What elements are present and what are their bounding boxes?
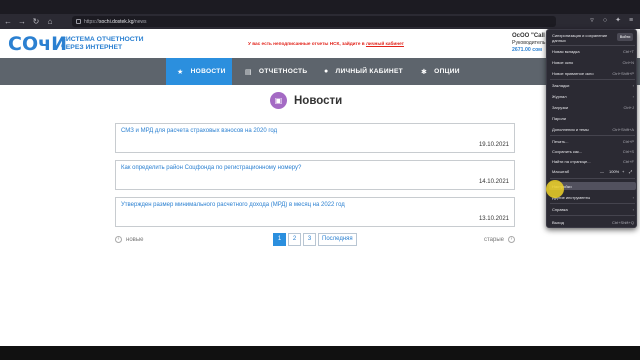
news-item[interactable]: СМЗ и МРД для расчета страховых взносов … [115,123,515,153]
menu-icon[interactable]: ≡ [626,16,636,26]
menu-item-downloads[interactable]: Загрузки Ctrl+J [552,105,634,110]
news-icon: ▣ [270,92,287,109]
menu-item-more-tools[interactable]: Другие инструменты › [552,195,634,200]
tagline-line-1: СИСТЕМА ОТЧЕТНОСТИ [61,36,144,43]
nav-news[interactable]: ★ НОВОСТИ [166,58,232,85]
menu-item-print[interactable]: Печать... Ctrl+P [552,139,634,144]
company-name: ОсОО "Call [512,33,545,39]
star-icon: ★ [177,68,184,76]
zoom-out-button[interactable]: — [600,169,604,174]
nav-options-label: ОПЦИИ [434,68,460,75]
menu-item-bookmarks[interactable]: Закладки › [552,83,634,88]
nav-cabinet-label: ЛИЧНЫЙ КАБИНЕТ [335,68,403,75]
address-bar[interactable]: https://sochi.dostek.kg/news [72,16,556,27]
news-item-date: 14.10.2021 [478,179,509,185]
site-logo[interactable]: СОчИ [8,33,67,55]
reload-icon[interactable]: ↻ [30,16,42,28]
home-icon[interactable]: ⌂ [44,16,56,28]
menu-item-addons[interactable]: Дополнения и темы Ctrl+Shift+A [552,127,634,132]
chevron-left-icon: ‹ [115,236,122,243]
extensions-icon[interactable]: ✦ [613,16,623,26]
toolbar-icons: ▿ ○ ✦ ≡ [587,16,636,26]
menu-separator [550,178,635,179]
news-item[interactable]: Как определить район Соцфонда по регистр… [115,160,515,190]
nav-reports[interactable]: ▤ ОТЧЕТНОСТЬ [245,58,317,85]
page-2-button[interactable]: 2 [288,233,301,246]
main-navigation: ★ НОВОСТИ ▤ ОТЧЕТНОСТЬ ● ЛИЧНЫЙ КАБИНЕТ … [0,58,640,85]
page-title-block: ▣ Новости [270,92,342,109]
menu-separator [550,203,635,204]
account-icon[interactable]: ○ [600,16,610,26]
news-item-date: 13.10.2021 [478,216,509,222]
menu-item-history[interactable]: Журнал › [552,94,634,99]
unsigned-reports-warning: У вас есть неподписанные отчеты НСК, зай… [248,41,404,46]
chevron-right-icon: › [508,236,515,243]
personal-cabinet-link[interactable]: личный кабинет [366,41,404,46]
page-1-button[interactable]: 1 [273,233,286,246]
nav-cabinet[interactable]: ● ЛИЧНЫЙ КАБИНЕТ [324,58,414,85]
menu-separator [550,45,635,46]
browser-app-menu: Синхронизация и сохранение данных Войти … [546,29,637,228]
page-title: Новости [294,94,343,107]
fullscreen-icon[interactable]: ⤢ [629,169,632,174]
menu-item-help[interactable]: Справка › [552,207,634,212]
menu-item-new-tab[interactable]: Новая вкладка Ctrl+T [552,49,634,54]
web-page: СОчИ СИСТЕМА ОТЧЕТНОСТИ ЧЕРЕЗ ИНТЕРНЕТ У… [0,29,640,346]
news-item-title[interactable]: СМЗ и МРД для расчета страховых взносов … [121,128,277,134]
page-3-button[interactable]: 3 [303,233,316,246]
zoom-in-button[interactable]: + [622,169,624,174]
news-item-title[interactable]: Как определить район Соцфонда по регистр… [121,165,301,171]
url-text: https://sochi.dostek.kg/news [84,18,147,25]
document-icon: ▤ [245,68,252,76]
nav-reports-label: ОТЧЕТНОСТЬ [258,68,308,75]
browser-toolbar: ← → ↻ ⌂ https://sochi.dostek.kg/news ▿ ○… [0,14,640,29]
menu-item-passwords[interactable]: Пароли [552,116,634,121]
sync-title[interactable]: Синхронизация и сохранение данных [552,33,612,43]
cursor-highlight [546,180,564,198]
bottom-bar [0,346,640,360]
page-numbers: 1 2 3 Последняя [273,233,357,246]
company-info: ОсОО "Call Руководитель 2671.00 сом [512,33,545,54]
menu-separator [550,79,635,80]
gear-icon: ✱ [421,68,428,76]
menu-item-private-window[interactable]: Новое приватное окно Ctrl+Shift+P [552,71,634,76]
menu-item-new-window[interactable]: Новое окно Ctrl+N [552,60,634,65]
menu-item-find[interactable]: Найти на странице... Ctrl+F [552,159,634,164]
news-item-date: 19.10.2021 [478,142,509,148]
site-header: СОчИ СИСТЕМА ОТЧЕТНОСТИ ЧЕРЕЗ ИНТЕРНЕТ У… [0,29,640,58]
nav-news-label: НОВОСТИ [190,68,226,75]
menu-separator [550,215,635,216]
nav-options[interactable]: ✱ ОПЦИИ [421,58,481,85]
news-item-title[interactable]: Утвержден размер минимального расчетного… [121,202,345,208]
pagination: ‹ новые 1 2 3 Последняя старые › [115,233,515,247]
warning-text: У вас есть неподписанные отчеты НСК, зай… [248,41,365,46]
back-icon[interactable]: ← [2,16,14,28]
site-tagline: СИСТЕМА ОТЧЕТНОСТИ ЧЕРЕЗ ИНТЕРНЕТ [61,36,144,52]
tagline-line-2: ЧЕРЕЗ ИНТЕРНЕТ [61,44,123,51]
older-label: старые [483,236,504,243]
user-icon: ● [324,68,329,75]
forward-icon[interactable]: → [16,16,28,28]
lock-icon [76,19,81,24]
browser-tab-strip [0,0,640,14]
older-link[interactable]: старые › [484,236,515,243]
company-balance: 2671.00 сом [512,47,543,53]
sign-in-button[interactable]: Войти [617,33,633,41]
news-item[interactable]: Утвержден размер минимального расчетного… [115,197,515,227]
menu-item-settings[interactable]: Настройки [552,184,634,189]
zoom-label: Масштаб [552,169,570,174]
newer-link[interactable]: ‹ новые [115,236,144,243]
last-page-button[interactable]: Последняя [318,233,357,246]
newer-label: новые [126,236,144,243]
menu-item-quit[interactable]: Выход Ctrl+Shift+Q [552,220,634,225]
menu-item-save-as[interactable]: Сохранить как... Ctrl+S [552,149,634,154]
shield-icon[interactable]: ▿ [587,16,597,26]
company-role: Руководитель [512,40,546,46]
menu-separator [550,135,635,136]
zoom-value[interactable]: 100% [609,169,619,174]
